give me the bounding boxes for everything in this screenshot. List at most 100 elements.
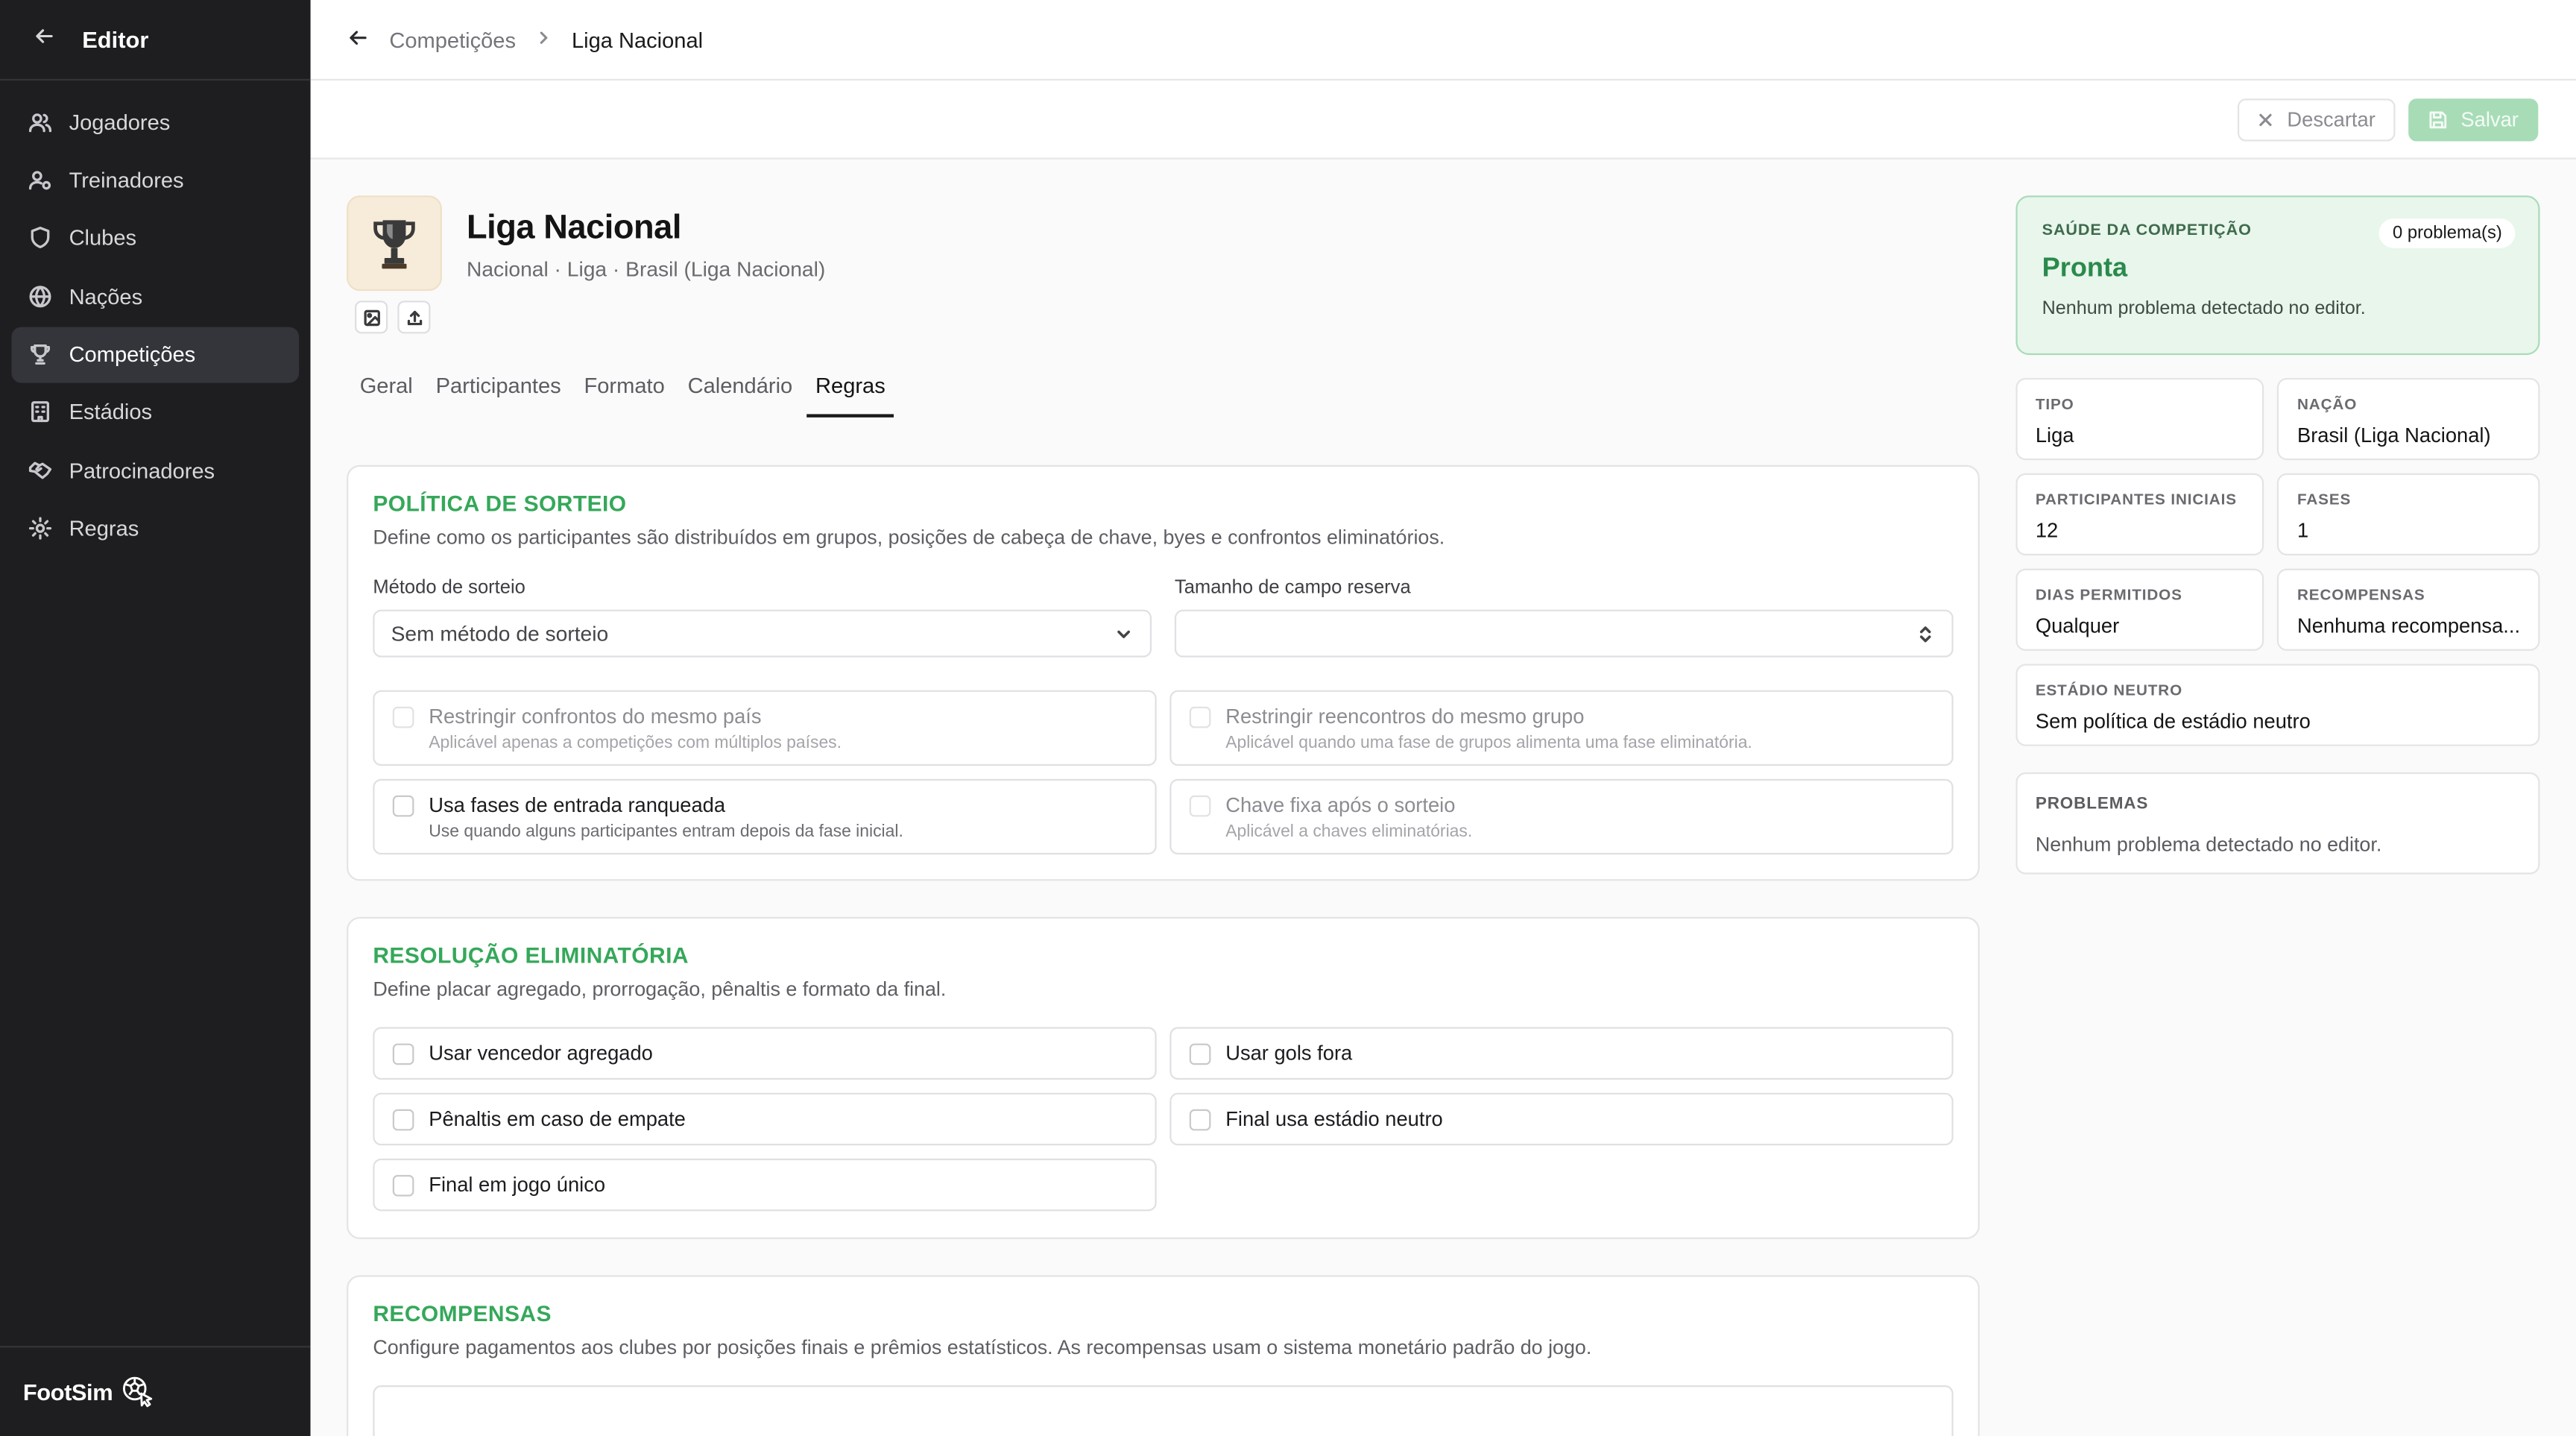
sidebar-footer: FootSim xyxy=(0,1346,311,1436)
page-subtitle: Nacional · Liga · Brasil (Liga Nacional) xyxy=(466,256,826,281)
stat-nacao: NAÇÃO Brasil (Liga Nacional) xyxy=(2277,377,2540,461)
globe-icon xyxy=(29,285,51,307)
summary-column: SAÚDE DA COMPETIÇÃO Pronta Nenhum proble… xyxy=(2015,195,2540,875)
sidebar-item-regras[interactable]: Regras xyxy=(11,501,299,557)
upload-button[interactable] xyxy=(397,300,431,334)
section-title: POLÍTICA DE SORTEIO xyxy=(373,491,627,517)
sidebar-item-label: Clubes xyxy=(69,225,137,251)
tab-geral[interactable]: Geral xyxy=(352,373,421,418)
choose-image-button[interactable] xyxy=(355,300,388,334)
option-label: Pênaltis em caso de empate xyxy=(429,1107,686,1131)
problems-card: PROBLEMAS Nenhum problema detectado no e… xyxy=(2015,772,2540,875)
breadcrumb-parent[interactable]: Competições xyxy=(389,27,516,51)
checkbox[interactable] xyxy=(1189,1108,1211,1130)
knockout-options: Usar vencedor agregado Usar gols fora Pê… xyxy=(373,1027,1954,1212)
page-title: Liga Nacional xyxy=(466,208,682,247)
stat-key: NAÇÃO xyxy=(2296,394,2358,413)
sidebar-item-label: Nações xyxy=(69,283,143,309)
field-label: Método de sorteio xyxy=(373,576,525,599)
tab-participantes[interactable]: Participantes xyxy=(428,373,569,418)
action-bar: Descartar Salvar xyxy=(310,80,2576,160)
option-hint: Aplicável apenas a competições com múlti… xyxy=(429,734,842,753)
option-penalties[interactable]: Pênaltis em caso de empate xyxy=(373,1092,1157,1146)
stat-recompensas: RECOMPENSAS Nenhuma recompensa... xyxy=(2277,568,2540,651)
save-label: Salvar xyxy=(2460,107,2519,131)
shield-icon xyxy=(31,227,50,249)
tab-formato[interactable]: Formato xyxy=(575,373,672,418)
save-button[interactable]: Salvar xyxy=(2408,98,2539,141)
checkbox[interactable] xyxy=(392,1174,414,1196)
stat-value: Nenhuma recompensa... xyxy=(2296,614,2521,638)
option-hint: Aplicável a chaves eliminatórias. xyxy=(1225,823,1473,842)
sidebar-header: Editor xyxy=(0,0,311,81)
draw-fields: Método de sorteio Sem método de sorteio … xyxy=(373,576,1954,658)
back-arrow-icon[interactable] xyxy=(33,24,56,55)
health-message: Nenhum problema detectado no editor. xyxy=(2042,299,2366,319)
tab-bar: Geral Participantes Formato Calendário R… xyxy=(347,373,1980,418)
stat-participantes: PARTICIPANTES INICIAIS 12 xyxy=(2015,473,2264,555)
draw-method-select[interactable]: Sem método de sorteio xyxy=(373,609,1152,658)
option-label: Final usa estádio neutro xyxy=(1225,1107,1443,1131)
discard-button[interactable]: Descartar xyxy=(2238,98,2396,141)
stat-key: DIAS PERMITIDOS xyxy=(2035,585,2182,603)
chevron-down-icon xyxy=(1117,629,1130,637)
option-ranked-entry[interactable]: Usa fases de entrada ranqueada Use quand… xyxy=(373,778,1157,855)
health-status: Pronta xyxy=(2042,253,2128,283)
option-hint: Aplicável quando uma fase de grupos alim… xyxy=(1225,734,1752,753)
option-label: Final em jogo único xyxy=(429,1173,606,1197)
option-same-country[interactable]: Restringir confrontos do mesmo país Apli… xyxy=(373,690,1157,766)
problem-count-badge: 0 problema(s) xyxy=(2379,218,2516,248)
reserve-size-field: Tamanho de campo reserva xyxy=(1174,576,1954,658)
checkbox[interactable] xyxy=(392,1108,414,1130)
sidebar-item-patrocinadores[interactable]: Patrocinadores xyxy=(11,443,299,499)
main-area: Competições Liga Nacional Descartar Salv… xyxy=(310,0,2576,1436)
option-label: Restringir confrontos do mesmo país xyxy=(429,705,762,728)
section-description: Define placar agregado, prorrogação, pên… xyxy=(373,977,947,1001)
stepper-icon[interactable] xyxy=(1916,623,1935,643)
close-icon xyxy=(2259,113,2272,125)
reserve-size-input[interactable] xyxy=(1174,609,1954,658)
stat-tipo: TIPO Liga xyxy=(2015,377,2264,461)
editor-column: Liga Nacional Nacional · Liga · Brasil (… xyxy=(347,195,1980,1436)
checkbox[interactable] xyxy=(392,795,414,817)
draw-method-field: Método de sorteio Sem método de sorteio xyxy=(373,577,1152,658)
checkbox[interactable] xyxy=(1189,795,1211,817)
stat-key: FASES xyxy=(2296,489,2352,508)
option-same-group[interactable]: Restringir reencontros do mesmo grupo Ap… xyxy=(1169,690,1954,766)
option-single-final[interactable]: Final em jogo único xyxy=(373,1158,1157,1212)
option-aggregate-winner[interactable]: Usar vencedor agregado xyxy=(373,1027,1157,1080)
option-label: Usar gols fora xyxy=(1225,1042,1353,1065)
option-neutral-final[interactable]: Final usa estádio neutro xyxy=(1169,1092,1954,1146)
tab-calendario[interactable]: Calendário xyxy=(680,373,801,418)
checkbox[interactable] xyxy=(1189,706,1211,728)
sidebar-item-clubes[interactable]: Clubes xyxy=(11,210,299,266)
sidebar-item-jogadores[interactable]: Jogadores xyxy=(11,94,299,150)
tab-regras[interactable]: Regras xyxy=(807,373,894,418)
save-icon xyxy=(2429,110,2446,128)
checkbox[interactable] xyxy=(392,1042,414,1065)
option-away-goals[interactable]: Usar gols fora xyxy=(1169,1027,1954,1080)
breadcrumb-current: Liga Nacional xyxy=(571,27,704,52)
option-fixed-bracket[interactable]: Chave fixa após o sorteio Aplicável a ch… xyxy=(1169,778,1954,855)
competition-header: Liga Nacional Nacional · Liga · Brasil (… xyxy=(347,195,1980,334)
checkbox[interactable] xyxy=(392,706,414,728)
sidebar-item-competicoes[interactable]: Competições xyxy=(11,326,300,382)
sidebar-item-estadios[interactable]: Estádios xyxy=(11,385,299,441)
stat-value: 1 xyxy=(2296,519,2309,543)
option-label: Chave fixa após o sorteio xyxy=(1225,793,1456,817)
stat-key: RECOMPENSAS xyxy=(2296,585,2425,603)
stat-value: Liga xyxy=(2035,423,2074,447)
sidebar: Editor Jogadores Treinadores Clubes Naçõ… xyxy=(0,0,311,1436)
option-label: Usa fases de entrada ranqueada xyxy=(429,793,726,817)
sidebar-item-treinadores[interactable]: Treinadores xyxy=(11,152,299,208)
sidebar-item-label: Estádios xyxy=(69,400,153,425)
checkbox[interactable] xyxy=(1189,1042,1211,1065)
sidebar-item-nacoes[interactable]: Nações xyxy=(11,268,299,324)
select-value: Sem método de sorteio xyxy=(391,621,609,646)
back-arrow-icon[interactable] xyxy=(347,25,370,53)
sidebar-item-label: Competições xyxy=(69,341,196,367)
knockout-card: RESOLUÇÃO ELIMINATÓRIA Define placar agr… xyxy=(347,916,1980,1239)
option-label: Restringir reencontros do mesmo grupo xyxy=(1225,705,1585,728)
field-label: Tamanho de campo reserva xyxy=(1174,576,1411,599)
stat-estadio-neutro: ESTÁDIO NEUTRO Sem política de estádio n… xyxy=(2015,664,2540,746)
